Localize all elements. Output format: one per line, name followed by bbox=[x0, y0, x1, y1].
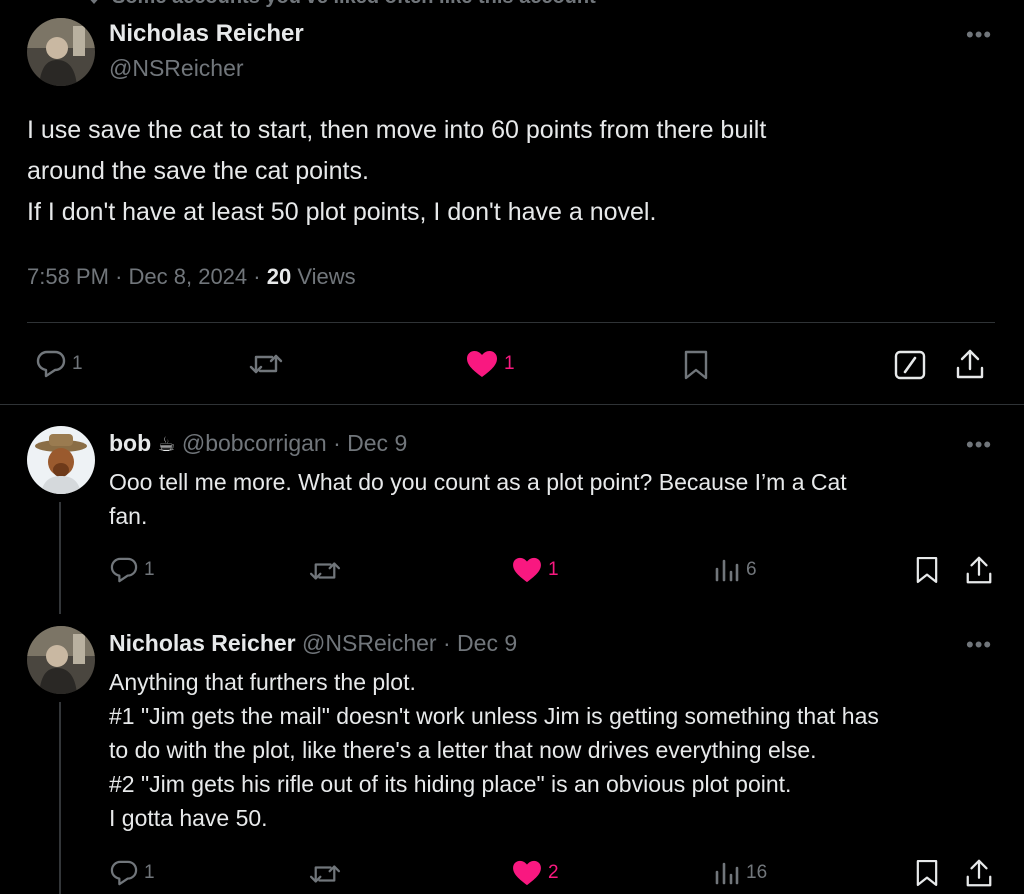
reply-button[interactable]: 1 bbox=[110, 860, 155, 886]
repost-button[interactable] bbox=[308, 861, 342, 887]
share-button[interactable] bbox=[964, 555, 994, 585]
reply-count: 1 bbox=[72, 353, 83, 374]
views-count: 16 bbox=[746, 862, 768, 883]
meta-separator: · bbox=[253, 264, 261, 289]
like-count: 2 bbox=[548, 862, 559, 883]
analytics-icon bbox=[714, 861, 740, 885]
reply-header: Nicholas Reicher @NSReicher · Dec 9 bbox=[109, 630, 517, 657]
bookmark-button[interactable] bbox=[684, 350, 708, 380]
like-button[interactable]: 2 bbox=[512, 860, 559, 886]
views-button[interactable]: 16 bbox=[714, 861, 767, 885]
avatar[interactable] bbox=[27, 426, 95, 494]
reply-button[interactable]: 1 bbox=[36, 350, 83, 378]
views-count[interactable]: 20 bbox=[267, 264, 291, 289]
post-text: I use save the cat to start, then move i… bbox=[27, 116, 767, 226]
avatar[interactable] bbox=[27, 18, 95, 86]
like-button[interactable]: 1 bbox=[512, 557, 559, 583]
bookmark-button[interactable] bbox=[916, 859, 938, 887]
reply-count: 1 bbox=[144, 862, 155, 883]
meta-separator: · bbox=[115, 264, 123, 289]
analytics-icon bbox=[714, 558, 740, 582]
heart-filled-icon bbox=[512, 557, 542, 583]
reply-text: Ooo tell me more. What do you count as a… bbox=[109, 469, 847, 529]
bookmark-icon bbox=[684, 350, 708, 380]
views-label: Views bbox=[297, 264, 356, 289]
author-handle[interactable]: @NSReicher bbox=[302, 630, 437, 656]
post-time[interactable]: 7:58 PM bbox=[27, 264, 109, 289]
thread-line bbox=[59, 502, 61, 614]
share-icon bbox=[964, 858, 994, 888]
divider bbox=[27, 322, 995, 323]
reply-icon bbox=[110, 860, 138, 886]
bookmark-icon bbox=[916, 556, 938, 584]
edit-button[interactable] bbox=[894, 350, 926, 380]
reply-count: 1 bbox=[144, 559, 155, 580]
thread-line bbox=[59, 702, 61, 894]
views-button[interactable]: 6 bbox=[714, 558, 757, 582]
section-divider bbox=[0, 404, 1024, 405]
author-name[interactable]: bob bbox=[109, 430, 151, 456]
reply-text: Anything that furthers the plot. #1 "Jim… bbox=[109, 669, 879, 831]
repost-button[interactable] bbox=[248, 350, 284, 378]
more-options-button[interactable]: ••• bbox=[966, 632, 992, 658]
author-name[interactable]: Nicholas Reicher bbox=[109, 20, 304, 48]
share-icon bbox=[954, 348, 986, 380]
repost-button[interactable] bbox=[308, 558, 342, 584]
author-emoji: ☕ bbox=[157, 434, 176, 456]
reply-icon bbox=[36, 350, 66, 378]
author-handle[interactable]: @NSReicher bbox=[109, 55, 244, 82]
more-options-button[interactable]: ••• bbox=[966, 432, 992, 458]
edit-icon bbox=[894, 350, 926, 380]
bookmark-icon bbox=[916, 859, 938, 887]
repost-icon bbox=[308, 558, 342, 584]
meta-separator: · bbox=[442, 630, 451, 656]
bookmark-button[interactable] bbox=[916, 556, 938, 584]
author-name[interactable]: Nicholas Reicher bbox=[109, 630, 296, 656]
post-meta: 7:58 PM · Dec 8, 2024 · 20 Views bbox=[27, 264, 356, 290]
reply-date[interactable]: Dec 9 bbox=[347, 430, 407, 456]
author-handle[interactable]: @bobcorrigan bbox=[182, 430, 327, 456]
reply-date[interactable]: Dec 9 bbox=[457, 630, 517, 656]
meta-separator: · bbox=[333, 430, 341, 456]
like-button[interactable]: 1 bbox=[466, 350, 515, 378]
like-count: 1 bbox=[504, 353, 515, 374]
reply-header: bob ☕ @bobcorrigan · Dec 9 bbox=[109, 430, 407, 457]
share-button[interactable] bbox=[964, 858, 994, 888]
reply-icon bbox=[110, 557, 138, 583]
reply-button[interactable]: 1 bbox=[110, 557, 155, 583]
heart-filled-icon bbox=[466, 350, 498, 378]
repost-icon bbox=[308, 861, 342, 887]
social-context-text: Some accounts you've liked often like th… bbox=[112, 0, 596, 9]
heart-filled-icon bbox=[512, 860, 542, 886]
repost-icon bbox=[248, 350, 284, 378]
more-options-button[interactable]: ••• bbox=[966, 22, 992, 48]
share-icon bbox=[964, 555, 994, 585]
heart-outline-icon bbox=[84, 0, 104, 4]
post-date[interactable]: Dec 8, 2024 bbox=[129, 264, 248, 289]
like-count: 1 bbox=[548, 559, 559, 580]
avatar[interactable] bbox=[27, 626, 95, 694]
share-button[interactable] bbox=[954, 348, 986, 380]
views-count: 6 bbox=[746, 559, 757, 580]
